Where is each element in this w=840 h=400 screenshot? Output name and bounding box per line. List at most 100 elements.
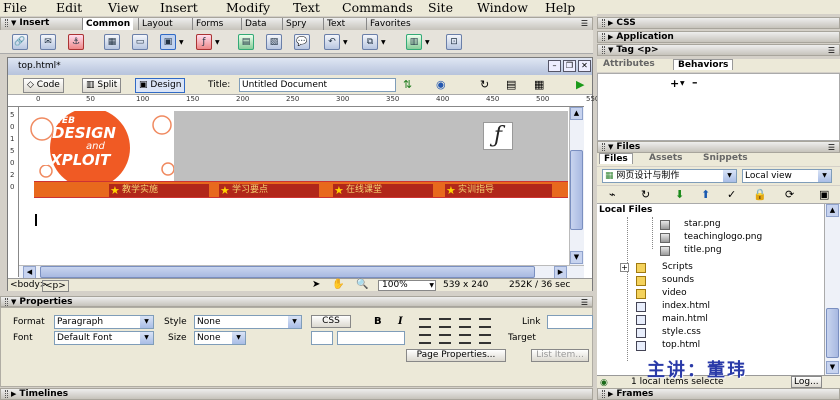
expand-panel-icon[interactable]: ▣: [819, 188, 829, 201]
panel-options-icon[interactable]: ☰: [581, 18, 588, 29]
grip-icon[interactable]: [602, 32, 605, 41]
css-panel-header[interactable]: ▶ CSS: [597, 17, 840, 29]
nav-item-3[interactable]: ★ 在线课堂: [333, 184, 433, 197]
text-color-picker[interactable]: [311, 331, 333, 345]
menu-modify[interactable]: Modify: [226, 0, 270, 16]
list-item[interactable]: video: [636, 287, 687, 300]
media-dropdown-icon[interactable]: ▼: [215, 39, 220, 46]
panel-options-icon[interactable]: ☰: [828, 142, 835, 153]
scroll-up-icon[interactable]: ▲: [570, 107, 583, 120]
tab-layout[interactable]: Layout: [138, 18, 176, 30]
head-icon[interactable]: ↶: [324, 34, 340, 50]
zoom-tool-icon[interactable]: 🔍: [356, 279, 368, 291]
bold-button[interactable]: B: [374, 316, 382, 327]
list-item[interactable]: star.png: [660, 218, 721, 231]
grip-icon[interactable]: [602, 18, 605, 27]
tab-forms[interactable]: Forms: [192, 18, 226, 30]
navigation-bar[interactable]: ★ 教学实施 ★ 学习要点 ★ 在线课堂 ★ 实训指导: [34, 181, 568, 198]
collapse-arrow-icon[interactable]: ▼: [608, 142, 613, 153]
tab-snippets[interactable]: Snippets: [699, 153, 752, 164]
frames-panel-header[interactable]: ▶ Frames: [597, 388, 840, 400]
align-justify-icon[interactable]: [479, 318, 491, 328]
application-panel-header[interactable]: ▶ Application: [597, 31, 840, 43]
put-files-icon[interactable]: ⬆: [701, 188, 710, 201]
chevron-down-icon[interactable]: ▼: [680, 80, 685, 87]
text-color-input[interactable]: [337, 331, 405, 345]
link-input[interactable]: [547, 315, 593, 329]
tab-assets[interactable]: Assets: [645, 153, 686, 164]
media-icon[interactable]: ƒ: [196, 34, 212, 50]
expand-arrow-icon[interactable]: ▶: [608, 389, 613, 400]
code-view-button[interactable]: ◇ Code: [23, 78, 64, 93]
style-select[interactable]: None ▼: [194, 315, 302, 329]
nav-item-1[interactable]: ★ 教学实施: [109, 184, 209, 197]
restore-button[interactable]: ❐: [563, 60, 576, 72]
collapse-arrow-icon[interactable]: ▼: [11, 18, 16, 29]
menu-edit[interactable]: Edit: [56, 0, 82, 16]
check-in-icon[interactable]: 🔒: [753, 188, 767, 201]
logo-image[interactable]: WEB DESIGN and EXPLOIT: [22, 108, 175, 188]
minimize-button[interactable]: –: [548, 60, 561, 72]
scroll-down-icon[interactable]: ▼: [826, 361, 839, 374]
hand-tool-icon[interactable]: ✋: [332, 279, 344, 291]
design-view-button[interactable]: ▣ Design: [135, 78, 186, 93]
expand-arrow-icon[interactable]: ▶: [608, 18, 613, 29]
view-select[interactable]: Local view ▼: [742, 169, 832, 183]
head-dropdown-icon[interactable]: ▼: [343, 39, 348, 46]
list-item[interactable]: main.html: [636, 313, 708, 326]
list-item[interactable]: teachinglogo.png: [660, 231, 762, 244]
file-list-scrollbar[interactable]: ▲ ▼: [825, 204, 840, 375]
menu-site[interactable]: Site: [428, 0, 453, 16]
grip-icon[interactable]: [5, 297, 8, 306]
unordered-list-icon[interactable]: [419, 334, 431, 344]
server-include-icon[interactable]: ▧: [266, 34, 282, 50]
list-item[interactable]: top.html: [636, 339, 700, 352]
add-behavior-icon[interactable]: +: [670, 77, 679, 90]
tab-common[interactable]: Common: [82, 18, 134, 30]
menu-commands[interactable]: Commands: [342, 0, 413, 16]
list-item-button[interactable]: List Item...: [531, 349, 589, 362]
menu-view[interactable]: View: [108, 0, 139, 16]
window-size[interactable]: 539 x 240: [443, 279, 488, 291]
synchronize-icon[interactable]: ⟳: [785, 188, 794, 201]
date-icon[interactable]: ▤: [238, 34, 254, 50]
menu-window[interactable]: Window: [477, 0, 528, 16]
email-link-icon[interactable]: ✉: [40, 34, 56, 50]
nav-item-4[interactable]: ★ 实训指导: [445, 184, 552, 197]
div-icon[interactable]: ▭: [132, 34, 148, 50]
view-options-icon[interactable]: ▤: [506, 78, 516, 91]
collapse-arrow-icon[interactable]: ▼: [608, 45, 613, 56]
list-item[interactable]: sounds: [636, 274, 694, 287]
script-dropdown-icon[interactable]: ▼: [381, 39, 386, 46]
title-input[interactable]: Untitled Document: [239, 78, 396, 92]
zoom-select[interactable]: 100% ▼: [378, 280, 436, 291]
outdent-icon[interactable]: [459, 334, 471, 344]
tab-spry[interactable]: Spry: [282, 18, 309, 30]
nav-item-2[interactable]: ★ 学习要点: [219, 184, 319, 197]
tab-files[interactable]: Files: [599, 153, 633, 164]
split-view-button[interactable]: ▥ Split: [82, 78, 122, 93]
italic-button[interactable]: I: [398, 316, 403, 327]
grip-icon[interactable]: [602, 142, 605, 151]
refresh-icon[interactable]: ↻: [480, 78, 489, 91]
file-list-scroll-thumb[interactable]: [826, 308, 839, 358]
image-icon[interactable]: ▣: [160, 34, 176, 50]
align-right-icon[interactable]: [459, 318, 471, 328]
tag-selector-p[interactable]: <p>: [42, 280, 69, 292]
menu-insert[interactable]: Insert: [160, 0, 198, 16]
select-tool-icon[interactable]: ➤: [312, 279, 320, 291]
timelines-panel-header[interactable]: ▶ Timelines: [0, 388, 593, 400]
menu-file[interactable]: File: [3, 0, 27, 16]
check-out-icon[interactable]: ✓: [727, 188, 736, 201]
tab-behaviors[interactable]: Behaviors: [673, 59, 734, 70]
document-tab[interactable]: top.html* – ❐ ✕: [8, 58, 592, 75]
grip-icon[interactable]: [5, 389, 8, 398]
align-left-icon[interactable]: [419, 318, 431, 328]
validate-icon[interactable]: ▶: [576, 78, 584, 91]
hyperlink-icon[interactable]: 🔗: [12, 34, 28, 50]
list-item[interactable]: + Scripts: [620, 261, 693, 274]
font-select[interactable]: Default Font ▼: [54, 331, 154, 345]
tag-chooser-icon[interactable]: ⊡: [446, 34, 462, 50]
remove-behavior-icon[interactable]: –: [692, 76, 698, 89]
vertical-scroll-thumb[interactable]: [570, 150, 583, 230]
